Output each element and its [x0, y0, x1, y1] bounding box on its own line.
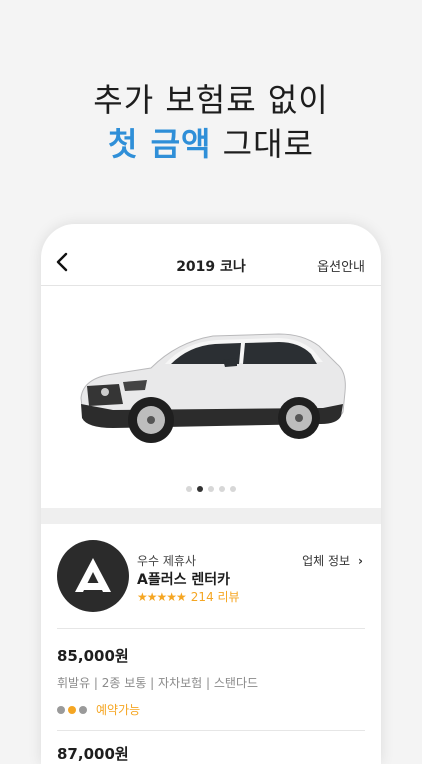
availability-label: 예약가능	[96, 703, 141, 717]
partner-badge: 우수 제휴사	[137, 554, 197, 568]
company-info-label: 업체 정보	[302, 554, 351, 568]
carousel-dot[interactable]	[219, 486, 225, 492]
navigation-bar: 2019 코나 옵션안내	[41, 224, 381, 286]
partner-logo-mark-icon	[75, 558, 111, 592]
car-image-carousel[interactable]	[41, 286, 381, 508]
partner-card: 우수 제휴사 A플러스 렌터카 ★★★★★ 214 리뷰 업체 정보 ›	[41, 524, 381, 628]
car-image	[80, 333, 346, 443]
headline-rest: 그대로	[222, 125, 314, 163]
status-dot-icon	[79, 705, 87, 714]
carousel-dot[interactable]	[208, 486, 214, 492]
section-divider	[41, 508, 381, 524]
phone-frame: 2019 코나 옵션안내 우수 제휴사 A플러스 렌터카 ★★★★★ 214 리…	[41, 224, 381, 764]
offer-price: 87,000원	[57, 745, 129, 763]
carousel-dot[interactable]	[230, 486, 236, 492]
offer-item[interactable]: 87,000원	[41, 731, 381, 764]
offer-item[interactable]: 85,000원 휘발유 | 2종 보통 | 자차보험 | 스탠다드 예약가능	[41, 629, 381, 730]
headline-accent: 첫 금액	[108, 125, 212, 163]
review-count: 214 리뷰	[190, 590, 240, 604]
partner-rating: ★★★★★ 214 리뷰	[137, 588, 240, 605]
star-rating-icon: ★★★★★	[137, 590, 187, 604]
headline-line-1: 추가 보험료 없이	[93, 81, 329, 119]
headline: 추가 보험료 없이 첫 금액 그대로	[0, 78, 422, 166]
partner-logo	[57, 540, 129, 612]
carousel-dot[interactable]	[186, 486, 192, 492]
carousel-dot[interactable]	[197, 486, 203, 492]
company-info-link[interactable]: 업체 정보 ›	[302, 552, 363, 569]
availability-status: 예약가능	[57, 701, 365, 718]
headline-line-2: 첫 금액 그대로	[0, 122, 422, 166]
carousel-indicator[interactable]	[41, 486, 381, 492]
chevron-right-icon: ›	[358, 554, 363, 568]
offer-price: 85,000원	[57, 647, 129, 665]
status-dot-icon	[57, 705, 65, 714]
option-guide-link[interactable]: 옵션안내	[317, 256, 365, 275]
partner-name: A플러스 렌터카	[137, 572, 230, 588]
status-dot-icon	[68, 705, 76, 714]
offer-specs: 휘발유 | 2종 보통 | 자차보험 | 스탠다드	[57, 676, 259, 690]
